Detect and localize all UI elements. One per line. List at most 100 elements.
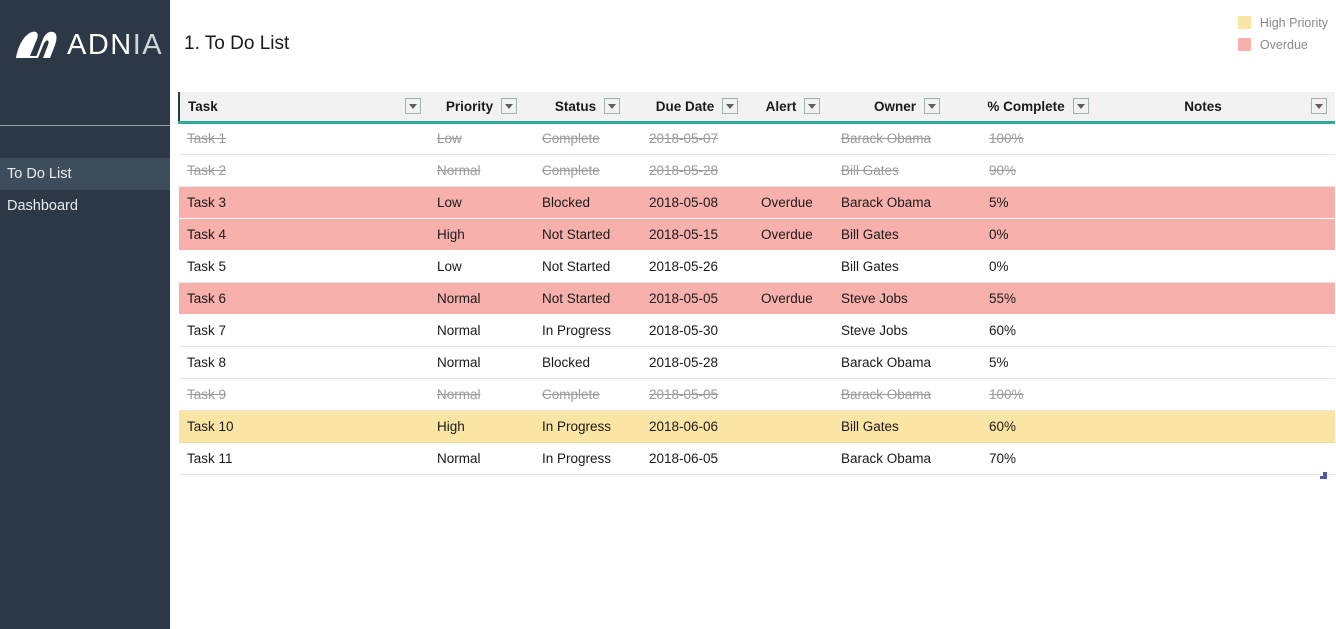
cell-owner[interactable]: Barack Obama xyxy=(833,378,981,410)
cell-owner[interactable]: Barack Obama xyxy=(833,122,981,154)
cell-owner[interactable]: Bill Gates xyxy=(833,218,981,250)
cell-task[interactable]: Task 10 xyxy=(179,410,429,442)
sidebar-item-to-do-list[interactable]: To Do List xyxy=(0,158,170,190)
cell-task[interactable]: Task 6 xyxy=(179,282,429,314)
cell-priority[interactable]: High xyxy=(429,410,534,442)
cell-owner[interactable]: Barack Obama xyxy=(833,186,981,218)
column-header-status[interactable]: Status xyxy=(534,92,641,122)
cell-alert[interactable] xyxy=(753,250,833,282)
cell-due[interactable]: 2018-05-28 xyxy=(641,346,753,378)
cell-alert[interactable]: Overdue xyxy=(753,218,833,250)
table-row[interactable]: Task 5LowNot Started2018-05-26 Bill Gates… xyxy=(179,250,1335,282)
cell-status[interactable]: Not Started xyxy=(534,218,641,250)
column-header-alert[interactable]: Alert xyxy=(753,92,833,122)
cell-due[interactable]: 2018-05-05 xyxy=(641,378,753,410)
cell-status[interactable]: Not Started xyxy=(534,282,641,314)
cell-pct[interactable]: 0% xyxy=(981,218,1095,250)
cell-notes[interactable] xyxy=(1095,410,1335,442)
cell-owner[interactable]: Steve Jobs xyxy=(833,314,981,346)
cell-status[interactable]: Complete xyxy=(534,122,641,154)
filter-button-owner[interactable] xyxy=(924,98,940,114)
cell-notes[interactable] xyxy=(1095,282,1335,314)
cell-alert[interactable] xyxy=(753,122,833,154)
cell-alert[interactable] xyxy=(753,346,833,378)
cell-pct[interactable]: 100% xyxy=(981,122,1095,154)
cell-alert[interactable] xyxy=(753,410,833,442)
cell-owner[interactable]: Bill Gates xyxy=(833,250,981,282)
cell-pct[interactable]: 5% xyxy=(981,186,1095,218)
cell-priority[interactable]: Normal xyxy=(429,282,534,314)
cell-priority[interactable]: Normal xyxy=(429,378,534,410)
cell-notes[interactable] xyxy=(1095,346,1335,378)
cell-priority[interactable]: Normal xyxy=(429,442,534,474)
table-row[interactable]: Task 7NormalIn Progress2018-05-30 Steve J… xyxy=(179,314,1335,346)
table-row[interactable]: Task 2NormalComplete2018-05-28Bill Gates… xyxy=(179,154,1335,186)
cell-notes[interactable] xyxy=(1095,250,1335,282)
cell-pct[interactable]: 5% xyxy=(981,346,1095,378)
cell-notes[interactable] xyxy=(1095,314,1335,346)
cell-task[interactable]: Task 2 xyxy=(179,154,429,186)
column-header-owner[interactable]: Owner xyxy=(833,92,981,122)
cell-due[interactable]: 2018-05-07 xyxy=(641,122,753,154)
column-header-priority[interactable]: Priority xyxy=(429,92,534,122)
table-row[interactable]: Task 1LowComplete2018-05-07 Barack Obama1… xyxy=(179,122,1335,154)
cell-pct[interactable]: 0% xyxy=(981,250,1095,282)
cell-priority[interactable]: Low xyxy=(429,250,534,282)
cell-priority[interactable]: Normal xyxy=(429,346,534,378)
cell-due[interactable]: 2018-06-05 xyxy=(641,442,753,474)
cell-owner[interactable]: Steve Jobs xyxy=(833,282,981,314)
cell-task[interactable]: Task 1 xyxy=(179,122,429,154)
column-header-pct-complete[interactable]: % Complete xyxy=(981,92,1095,122)
cell-notes[interactable] xyxy=(1095,122,1335,154)
table-row[interactable]: Task 4HighNot Started2018-05-15OverdueBi… xyxy=(179,218,1335,250)
column-header-due-date[interactable]: Due Date xyxy=(641,92,753,122)
table-row[interactable]: Task 11NormalIn Progress2018-06-05Barack… xyxy=(179,442,1335,474)
cell-status[interactable]: Complete xyxy=(534,378,641,410)
cell-pct[interactable]: 100% xyxy=(981,378,1095,410)
cell-pct[interactable]: 60% xyxy=(981,410,1095,442)
cell-pct[interactable]: 55% xyxy=(981,282,1095,314)
filter-button-task[interactable] xyxy=(405,98,421,114)
table-row[interactable]: Task 3LowBlocked2018-05-08OverdueBarack … xyxy=(179,186,1335,218)
cell-notes[interactable] xyxy=(1095,154,1335,186)
cell-status[interactable]: In Progress xyxy=(534,410,641,442)
cell-priority[interactable]: Low xyxy=(429,122,534,154)
cell-task[interactable]: Task 3 xyxy=(179,186,429,218)
cell-priority[interactable]: Normal xyxy=(429,314,534,346)
cell-due[interactable]: 2018-05-26 xyxy=(641,250,753,282)
table-row[interactable]: Task 8NormalBlocked2018-05-28Barack Obam… xyxy=(179,346,1335,378)
cell-task[interactable]: Task 5 xyxy=(179,250,429,282)
cell-alert[interactable] xyxy=(753,442,833,474)
table-resize-handle[interactable] xyxy=(1320,472,1327,479)
cell-alert[interactable] xyxy=(753,378,833,410)
table-row[interactable]: Task 9NormalComplete2018-05-05 Barack Oba… xyxy=(179,378,1335,410)
sidebar-item-dashboard[interactable]: Dashboard xyxy=(0,190,170,222)
cell-due[interactable]: 2018-05-15 xyxy=(641,218,753,250)
cell-status[interactable]: In Progress xyxy=(534,442,641,474)
cell-due[interactable]: 2018-05-30 xyxy=(641,314,753,346)
cell-task[interactable]: Task 4 xyxy=(179,218,429,250)
cell-pct[interactable]: 70% xyxy=(981,442,1095,474)
cell-status[interactable]: In Progress xyxy=(534,314,641,346)
column-header-task[interactable]: Task xyxy=(179,92,429,122)
cell-status[interactable]: Blocked xyxy=(534,346,641,378)
cell-notes[interactable] xyxy=(1095,186,1335,218)
cell-notes[interactable] xyxy=(1095,442,1335,474)
cell-status[interactable]: Not Started xyxy=(534,250,641,282)
filter-button-notes[interactable] xyxy=(1311,98,1327,114)
table-row[interactable]: Task 6NormalNot Started2018-05-05Overdue… xyxy=(179,282,1335,314)
cell-due[interactable]: 2018-05-05 xyxy=(641,282,753,314)
table-row[interactable]: Task 10HighIn Progress2018-06-06 Bill Gat… xyxy=(179,410,1335,442)
cell-priority[interactable]: Normal xyxy=(429,154,534,186)
cell-owner[interactable]: Bill Gates xyxy=(833,410,981,442)
cell-alert[interactable]: Overdue xyxy=(753,186,833,218)
cell-due[interactable]: 2018-05-28 xyxy=(641,154,753,186)
filter-button-due-date[interactable] xyxy=(722,98,738,114)
cell-due[interactable]: 2018-06-06 xyxy=(641,410,753,442)
filter-button-pct-complete[interactable] xyxy=(1073,98,1089,114)
filter-button-alert[interactable] xyxy=(804,98,820,114)
brand-logo[interactable]: ADNIA xyxy=(0,0,170,90)
cell-task[interactable]: Task 7 xyxy=(179,314,429,346)
cell-task[interactable]: Task 9 xyxy=(179,378,429,410)
cell-task[interactable]: Task 11 xyxy=(179,442,429,474)
